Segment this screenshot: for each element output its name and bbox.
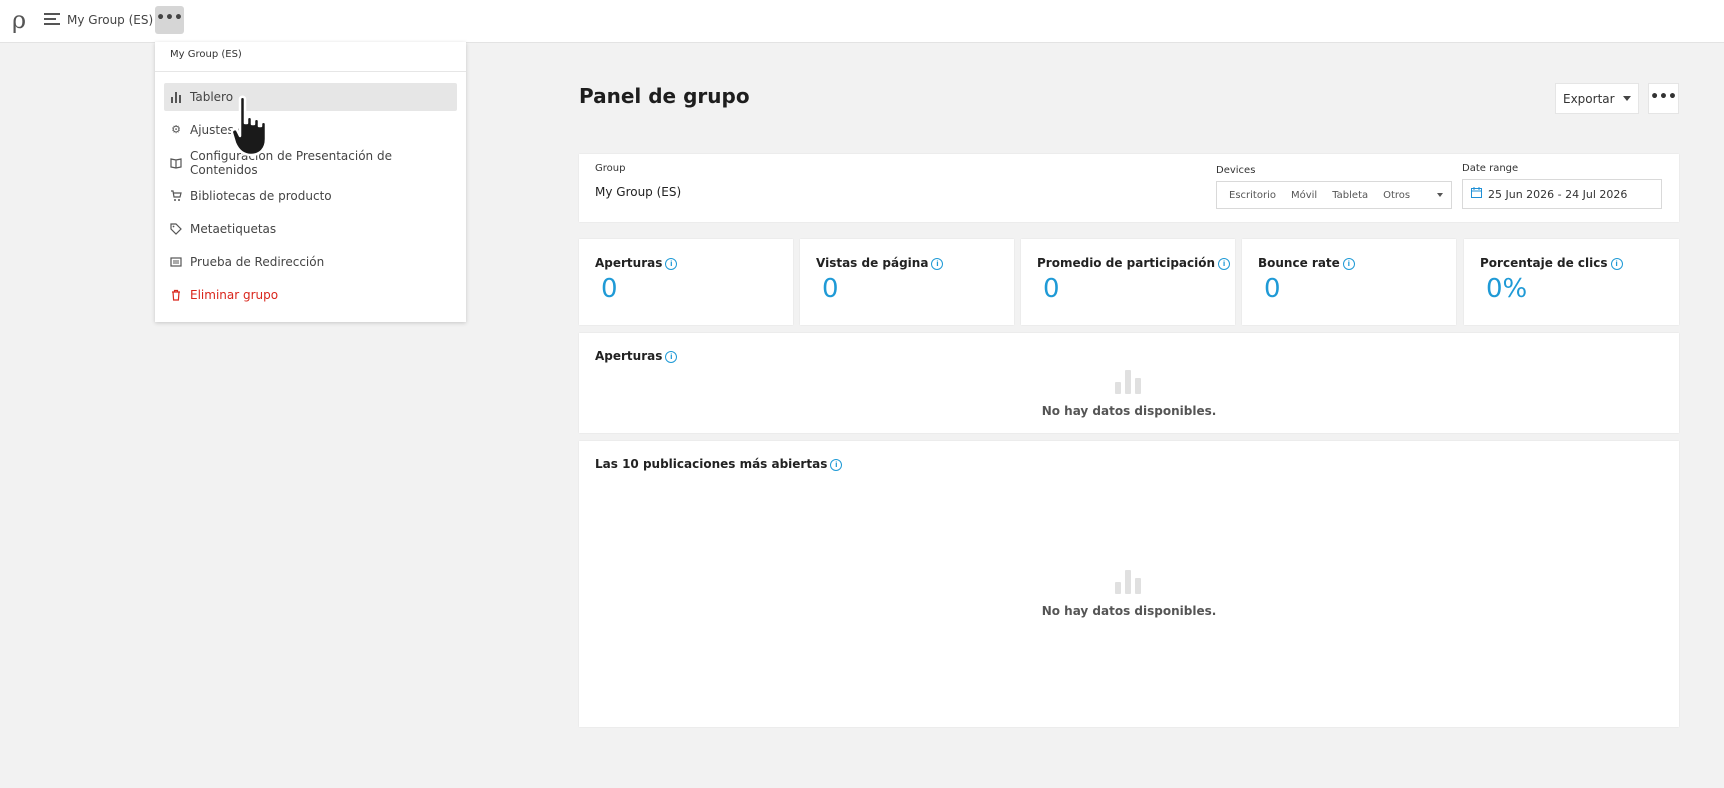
menu-item-label: Metaetiquetas — [190, 222, 277, 236]
menu-item-label: Prueba de Redirección — [190, 255, 325, 269]
filters-card: Group My Group (ES) Devices Escritorio M… — [579, 154, 1679, 222]
info-icon[interactable]: i — [830, 458, 843, 471]
menu-item-label: Eliminar grupo — [190, 288, 279, 302]
metric-value: 0 — [1264, 274, 1281, 304]
metric-label: Promedio de participación i — [1037, 256, 1231, 270]
metric-label-text: Porcentaje de clics — [1480, 256, 1608, 270]
metric-card-clics: Porcentaje de clics i 0% — [1464, 239, 1679, 325]
book-icon — [170, 157, 182, 169]
info-icon[interactable]: i — [665, 257, 678, 270]
metric-label-text: Bounce rate — [1258, 256, 1340, 270]
metric-value: 0 — [601, 274, 618, 304]
group-title: My Group (ES) — [67, 13, 154, 27]
metric-label-text: Promedio de participación — [1037, 256, 1216, 270]
dropdown-header: My Group (ES) — [170, 49, 242, 60]
device-option: Móvil — [1290, 189, 1318, 201]
metric-label: Porcentaje de clics i — [1480, 256, 1623, 270]
cart-icon — [170, 190, 182, 202]
device-option: Otros — [1383, 189, 1411, 201]
hand-pointer-cursor-icon — [229, 93, 283, 163]
section-title: Las 10 publicaciones más abiertas i — [595, 457, 843, 471]
metric-label-text: Vistas de página — [816, 256, 929, 270]
bar-chart-icon — [170, 91, 182, 103]
empty-state-text: No hay datos disponibles. — [1041, 404, 1217, 418]
info-icon[interactable]: i — [1218, 257, 1231, 270]
metric-value: 0 — [1043, 274, 1060, 304]
section-title-text: Aperturas — [595, 349, 663, 363]
export-button[interactable]: Exportar — [1555, 83, 1639, 114]
device-option: Tableta — [1332, 189, 1369, 201]
app-logo[interactable]: ρ — [12, 6, 26, 34]
metric-card-vistas: Vistas de página i 0 — [800, 239, 1014, 325]
trash-icon — [170, 289, 182, 301]
info-icon[interactable]: i — [665, 350, 678, 363]
date-range-label: Date range — [1462, 163, 1519, 174]
empty-state: No hay datos disponibles. — [579, 368, 1679, 418]
empty-state: No hay datos disponibles. — [579, 568, 1679, 618]
devices-select[interactable]: Escritorio Móvil Tableta Otros — [1216, 181, 1452, 209]
menu-item-tablero[interactable]: Tablero — [164, 83, 457, 111]
menu-item-label: Tablero — [190, 90, 234, 104]
redirect-icon — [170, 256, 182, 268]
opens-chart-card: Aperturas i No hay datos disponibles. — [579, 333, 1679, 433]
calendar-icon — [1471, 187, 1482, 201]
info-icon[interactable]: i — [1342, 257, 1355, 270]
top-bar: ρ My Group (ES) ••• — [0, 0, 1724, 43]
empty-chart-icon — [1115, 368, 1143, 394]
metric-label: Aperturas i — [595, 256, 678, 270]
metric-card-bounce: Bounce rate i 0 — [1242, 239, 1456, 325]
group-menu-dropdown: My Group (ES) Tablero ⚙ Ajustes d Config… — [155, 42, 466, 322]
chevron-down-icon — [1622, 96, 1631, 101]
metric-card-aperturas: Aperturas i 0 — [579, 239, 793, 325]
menu-item-bibliotecas[interactable]: Bibliotecas de producto — [164, 182, 457, 210]
metric-value: 0% — [1486, 274, 1528, 304]
group-value: My Group (ES) — [595, 185, 682, 199]
metric-label-text: Aperturas — [595, 256, 663, 270]
hamburger-menu-icon[interactable] — [44, 13, 60, 27]
divider — [155, 71, 466, 72]
date-range-picker[interactable]: 25 Jun 2026 - 24 Jul 2026 — [1462, 179, 1662, 209]
devices-label: Devices — [1216, 165, 1256, 176]
menu-item-label: Bibliotecas de producto — [190, 189, 332, 203]
menu-item-eliminar-grupo[interactable]: Eliminar grupo — [164, 281, 457, 309]
menu-item-ajustes[interactable]: ⚙ Ajustes d — [164, 116, 457, 144]
info-icon[interactable]: i — [931, 257, 944, 270]
menu-item-prueba-redireccion[interactable]: Prueba de Redirección — [164, 248, 457, 276]
menu-item-configuracion[interactable]: Configuración de Presentación de Conteni… — [164, 149, 457, 177]
empty-state-text: No hay datos disponibles. — [1041, 604, 1217, 618]
export-label: Exportar — [1563, 91, 1615, 106]
empty-chart-icon — [1115, 568, 1143, 594]
gear-icon: ⚙ — [171, 123, 181, 136]
menu-item-metaetiquetas[interactable]: Metaetiquetas — [164, 215, 457, 243]
metric-value: 0 — [822, 274, 839, 304]
tag-icon — [170, 223, 182, 235]
section-title-text: Las 10 publicaciones más abiertas — [595, 457, 828, 471]
section-title: Aperturas i — [595, 349, 678, 363]
metric-label: Vistas de página i — [816, 256, 944, 270]
top-posts-card: Las 10 publicaciones más abiertas i No ha… — [579, 441, 1679, 727]
info-icon[interactable]: i — [1610, 257, 1623, 270]
metric-label: Bounce rate i — [1258, 256, 1355, 270]
group-label: Group — [595, 163, 626, 174]
more-options-button[interactable]: ••• — [155, 6, 184, 34]
date-range-value: 25 Jun 2026 - 24 Jul 2026 — [1488, 187, 1628, 201]
page-title: Panel de grupo — [579, 84, 750, 108]
chevron-down-icon — [1437, 193, 1443, 197]
metric-card-participacion: Promedio de participación i 0 — [1021, 239, 1235, 325]
page-options-button[interactable]: ••• — [1648, 83, 1679, 114]
device-option: Escritorio — [1229, 189, 1276, 201]
